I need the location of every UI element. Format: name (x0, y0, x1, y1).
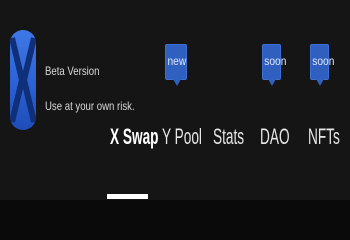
soon-badge-nfts: soon (310, 44, 334, 86)
nav-nfts[interactable]: NFTs (308, 120, 350, 154)
risk-warning-label: Use at your own risk. (45, 99, 135, 113)
x-logo-icon[interactable] (10, 30, 36, 130)
content-area (0, 200, 350, 240)
brand-text: Beta Version Use at your own risk. (45, 64, 157, 113)
top-navbar: Beta Version Use at your own risk. new s… (0, 0, 350, 200)
nav-dao[interactable]: DAO (260, 120, 308, 154)
soon-badge-dao: soon (262, 44, 286, 86)
beta-version-label: Beta Version (45, 64, 100, 78)
nav-stats[interactable]: Stats (213, 120, 263, 154)
active-tab-indicator (107, 194, 148, 199)
new-badge: new (165, 44, 187, 86)
